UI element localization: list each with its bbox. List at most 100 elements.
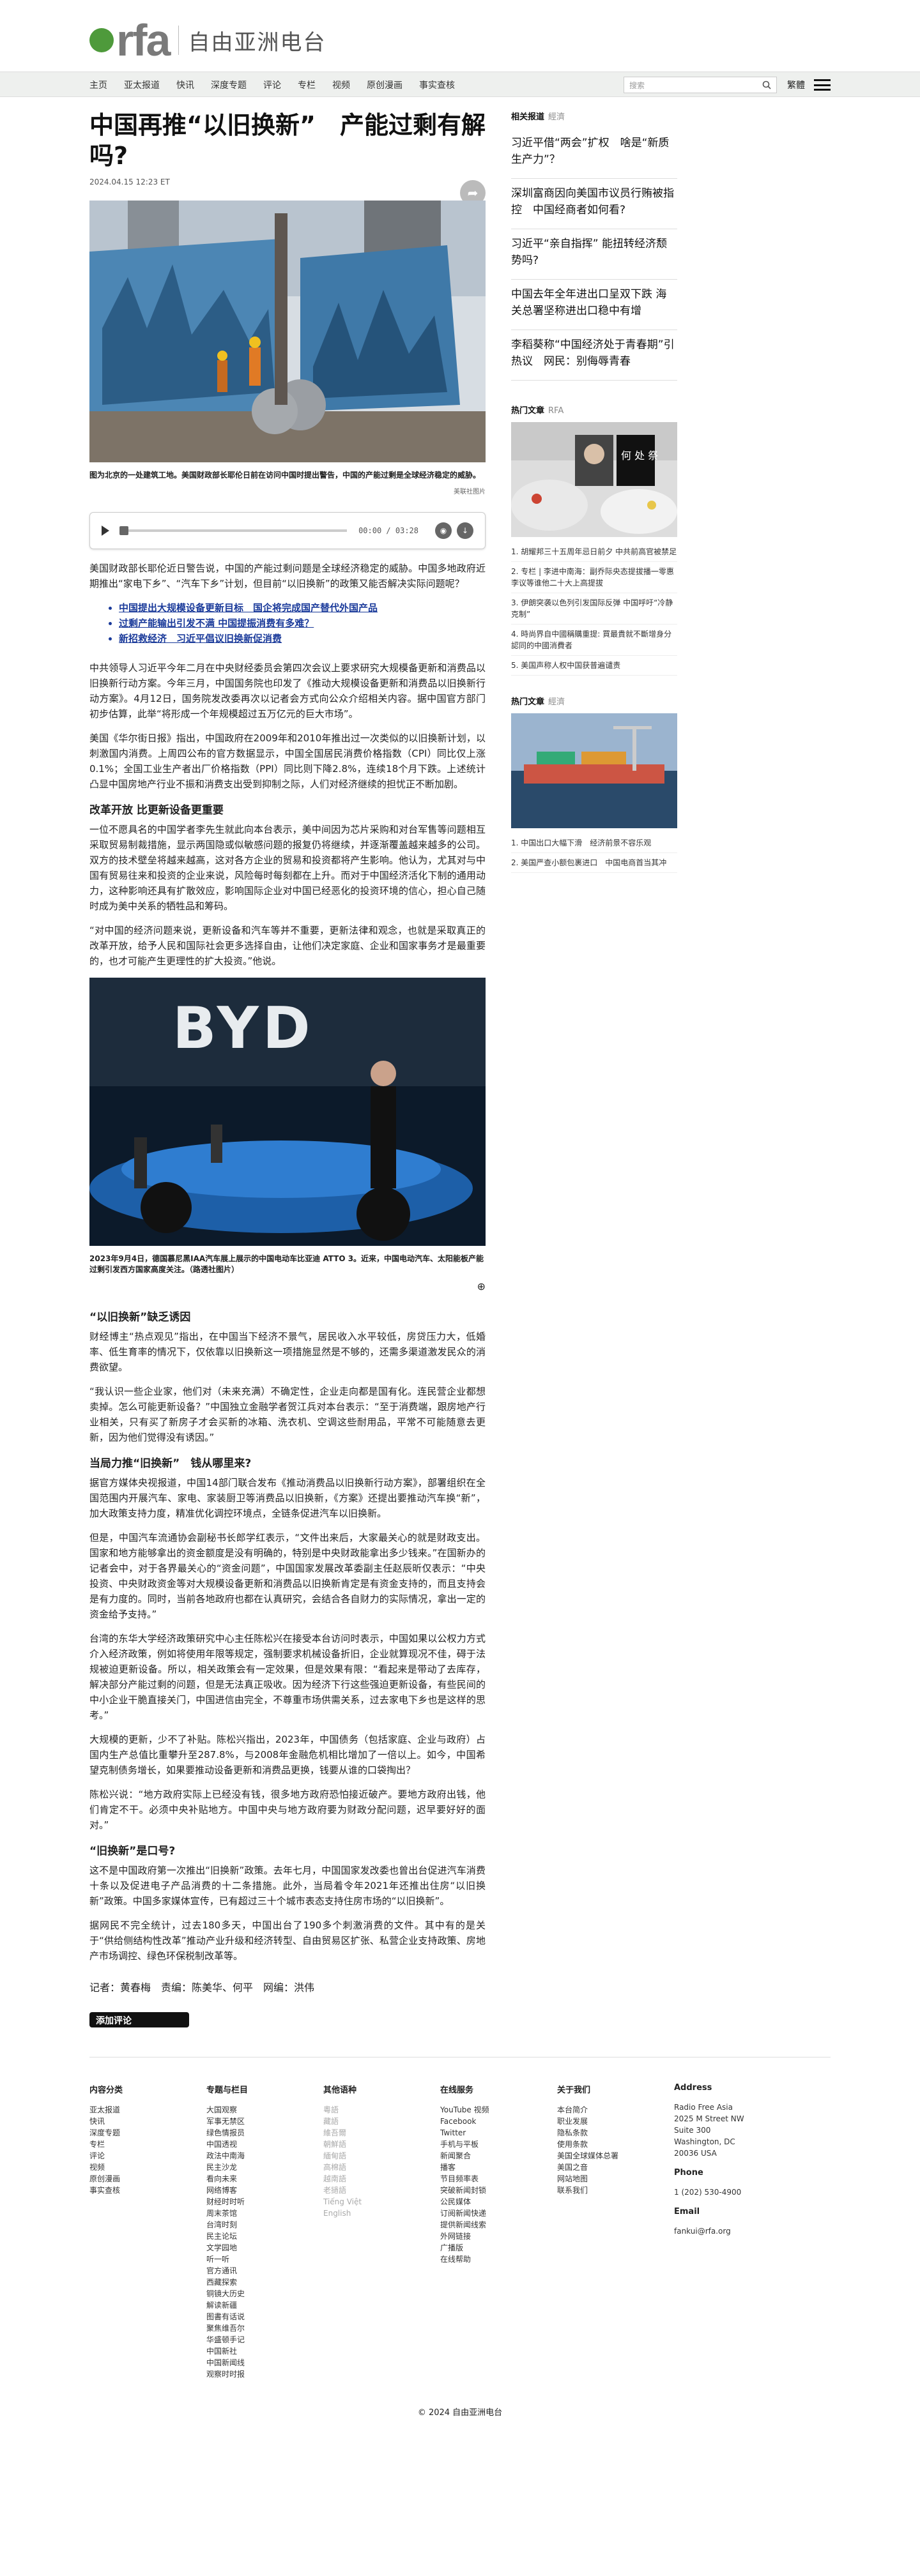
footer-link[interactable]: 朝鮮語 <box>323 2139 440 2150</box>
hot-item[interactable]: 1. 胡耀邦三十五周年忌日前夕 中共前高官被禁足 <box>511 542 677 562</box>
footer-link[interactable]: 文学园地 <box>206 2242 323 2254</box>
footer-link[interactable]: 美国之音 <box>557 2162 674 2173</box>
related-item[interactable]: 李稻葵称“中国经济处于青春期”引热议 网民：别侮辱青春 <box>511 330 677 381</box>
footer-link[interactable]: 观察时时报 <box>206 2368 323 2380</box>
hot2-item[interactable]: 2. 美国严查小额包裹进口 中国电商首当其冲 <box>511 853 677 873</box>
footer-link[interactable]: 图書有话说 <box>206 2311 323 2322</box>
footer-link[interactable]: 看向未来 <box>206 2173 323 2185</box>
footer-link[interactable]: 订阅新闻快递 <box>440 2208 557 2219</box>
footer-link[interactable]: YouTube 视频 <box>440 2104 557 2116</box>
footer-link[interactable]: 广播版 <box>440 2242 557 2254</box>
footer-link[interactable]: 美国全球媒体总署 <box>557 2150 674 2162</box>
related-link[interactable]: 新招救经济 习近平倡议旧换新促消费 <box>119 631 486 646</box>
footer-link[interactable]: 评论 <box>89 2150 206 2162</box>
nav-item-0[interactable]: 主页 <box>89 79 107 91</box>
hot-item[interactable]: 5. 美国声称人权中国获普遍谴责 <box>511 656 677 676</box>
footer-link[interactable]: Facebook <box>440 2116 557 2127</box>
add-comment-button[interactable]: 添加评论 <box>89 2012 189 2027</box>
nav-item-7[interactable]: 原创漫画 <box>367 79 402 91</box>
related-item[interactable]: 中国去年全年进出口呈双下跌 海关总署坚称进出口稳中有增 <box>511 280 677 330</box>
footer-link[interactable]: 政法中南海 <box>206 2150 323 2162</box>
related-item[interactable]: 深圳富商因向美国市议员行贿被指控 中国经商者如何看? <box>511 179 677 229</box>
footer-link[interactable]: 铜镜大历史 <box>206 2288 323 2299</box>
footer-link[interactable]: 专栏 <box>89 2139 206 2150</box>
footer-link[interactable]: 视频 <box>89 2162 206 2173</box>
footer-link[interactable]: 网站地图 <box>557 2173 674 2185</box>
language-switch[interactable]: 繁體 <box>787 79 805 91</box>
footer-link[interactable]: English <box>323 2208 440 2219</box>
footer-link[interactable]: 高棉語 <box>323 2162 440 2173</box>
nav-item-4[interactable]: 评论 <box>263 79 281 91</box>
footer-link[interactable]: 隐私条款 <box>557 2127 674 2139</box>
site-logo[interactable]: rfa 自由亚洲电台 <box>89 18 326 63</box>
nav-item-2[interactable]: 快讯 <box>176 79 194 91</box>
footer-link[interactable]: Twitter <box>440 2127 557 2139</box>
hot2-image[interactable] <box>511 713 677 828</box>
footer-link[interactable]: 播客 <box>440 2162 557 2173</box>
footer-link[interactable]: 聚焦维吾尔 <box>206 2322 323 2334</box>
footer-link[interactable]: 在线帮助 <box>440 2254 557 2265</box>
footer-link[interactable]: 提供新闻线索 <box>440 2219 557 2231</box>
footer-link[interactable]: 事实查核 <box>89 2185 206 2196</box>
footer-link[interactable]: 中国新社 <box>206 2345 323 2357</box>
footer-link[interactable]: 突破新闻封锁 <box>440 2185 557 2196</box>
footer-link[interactable]: 緬甸語 <box>323 2150 440 2162</box>
footer-link[interactable]: 民主沙龙 <box>206 2162 323 2173</box>
footer-link[interactable]: 越南語 <box>323 2173 440 2185</box>
footer-link[interactable]: 中国透视 <box>206 2139 323 2150</box>
footer-link[interactable]: 西藏探索 <box>206 2277 323 2288</box>
search-input[interactable]: 搜索 <box>624 77 777 93</box>
footer-link[interactable]: 本台简介 <box>557 2104 674 2116</box>
related-link[interactable]: 中国提出大规模设备更新目标 国企将完成国产替代外国产品 <box>119 600 486 616</box>
audio-progress[interactable] <box>119 526 348 535</box>
footer-link[interactable]: 职业发展 <box>557 2116 674 2127</box>
related-link[interactable]: 过剩产能输出引发不满 中国提振消费有多难？ <box>119 616 486 631</box>
email[interactable]: fankui@rfa.org <box>674 2225 791 2237</box>
related-item[interactable]: 习近平“亲自指挥” 能扭转经济颓势吗? <box>511 229 677 280</box>
footer-link[interactable]: 老撾語 <box>323 2185 440 2196</box>
footer-link[interactable]: 华盛顿手记 <box>206 2334 323 2345</box>
footer-link[interactable]: 周末茶馆 <box>206 2208 323 2219</box>
audio-scrubber[interactable] <box>119 526 128 535</box>
nav-item-8[interactable]: 事实查核 <box>419 79 455 91</box>
search-icon[interactable] <box>762 80 771 89</box>
nav-item-5[interactable]: 专栏 <box>298 79 316 91</box>
footer-link[interactable]: 深度专题 <box>89 2127 206 2139</box>
footer-link[interactable]: 听一听 <box>206 2254 323 2265</box>
hot-item[interactable]: 2. 专栏 | 李进中南海：副乔际央态提拔播一零惠李议等谁他二十大上高提拔 <box>511 562 677 593</box>
nav-item-1[interactable]: 亚太报道 <box>124 79 160 91</box>
volume-icon[interactable]: ◉ <box>435 522 452 539</box>
hot-image[interactable]: 何 处 祭 <box>511 422 677 537</box>
footer-link[interactable]: 中国新闻线 <box>206 2357 323 2368</box>
zoom-icon[interactable]: ⊕ <box>89 1280 486 1292</box>
footer-link[interactable]: 绿色情报员 <box>206 2127 323 2139</box>
nav-item-6[interactable]: 视频 <box>332 79 350 91</box>
footer-link[interactable]: 新闻聚合 <box>440 2150 557 2162</box>
footer-link[interactable]: 亚太报道 <box>89 2104 206 2116</box>
footer-link[interactable]: 公民媒体 <box>440 2196 557 2208</box>
hot-item[interactable]: 3. 伊朗突袭以色列引发国际反弹 中国呼吁“冷静克制” <box>511 593 677 625</box>
footer-link[interactable]: 解读新疆 <box>206 2299 323 2311</box>
footer-link[interactable]: 原创漫画 <box>89 2173 206 2185</box>
footer-link[interactable]: 維吾爾 <box>323 2127 440 2139</box>
footer-link[interactable]: 台湾时刻 <box>206 2219 323 2231</box>
footer-link[interactable]: 民主论坛 <box>206 2231 323 2242</box>
footer-link[interactable]: 藏語 <box>323 2116 440 2127</box>
footer-link[interactable]: 大国观察 <box>206 2104 323 2116</box>
footer-link[interactable]: 联系我们 <box>557 2185 674 2196</box>
footer-link[interactable]: 使用条款 <box>557 2139 674 2150</box>
nav-item-3[interactable]: 深度专题 <box>211 79 247 91</box>
footer-link[interactable]: 军事无禁区 <box>206 2116 323 2127</box>
footer-link[interactable]: 官方通讯 <box>206 2265 323 2277</box>
hot-item[interactable]: 4. 時尚界自中國稱購重提: 買最貴就不斷增身分認同的中國消費者 <box>511 625 677 656</box>
footer-link[interactable]: 外网链接 <box>440 2231 557 2242</box>
footer-link[interactable]: 快讯 <box>89 2116 206 2127</box>
footer-link[interactable]: 粵語 <box>323 2104 440 2116</box>
footer-link[interactable]: Tiếng Việt <box>323 2196 440 2208</box>
footer-link[interactable]: 财经时时听 <box>206 2196 323 2208</box>
footer-link[interactable]: 网络博客 <box>206 2185 323 2196</box>
play-icon[interactable] <box>102 526 109 536</box>
related-item[interactable]: 习近平借“两会”扩权 啥是“新质生产力”？ <box>511 128 677 179</box>
menu-icon[interactable] <box>814 79 831 91</box>
footer-link[interactable]: 节目频率表 <box>440 2173 557 2185</box>
